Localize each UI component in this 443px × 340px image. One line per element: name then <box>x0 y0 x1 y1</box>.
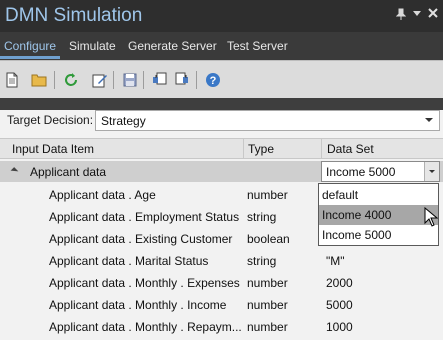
column-header-input[interactable]: Input Data Item <box>12 142 94 156</box>
tab-bar: Configure Simulate Generate Server Test … <box>0 32 443 60</box>
dropdown-option-income-5000[interactable]: Income 5000 <box>319 225 438 245</box>
chevron-down-icon[interactable] <box>413 8 421 21</box>
row-name: Applicant data . Existing Customer <box>49 232 233 246</box>
column-header-type[interactable]: Type <box>248 142 274 156</box>
target-decision-label: Target Decision: <box>7 113 94 127</box>
table-row[interactable]: Applicant data . Marital Status string "… <box>0 249 443 271</box>
chevron-down-icon <box>429 170 435 173</box>
refresh-icon[interactable] <box>62 71 80 89</box>
tab-configure[interactable]: Configure <box>4 39 56 53</box>
row-name: Applicant data . Monthly . Income <box>49 298 227 312</box>
active-tab-indicator <box>0 56 60 59</box>
toolbar-gap <box>0 98 443 110</box>
row-value[interactable]: "M" <box>326 254 345 268</box>
dataset-combo[interactable]: Income 5000 <box>321 161 440 182</box>
row-type: number <box>247 188 288 202</box>
tab-generate-server[interactable]: Generate Server <box>128 39 217 53</box>
table-header: Input Data Item Type Data Set <box>0 138 443 159</box>
row-type: number <box>247 320 288 334</box>
row-name: Applicant data . Monthly . Repaym... <box>49 320 242 334</box>
row-name: Applicant data . Marital Status <box>49 254 209 268</box>
row-type: boolean <box>247 232 290 246</box>
table-row[interactable]: Applicant data . Monthly . Income number… <box>0 293 443 315</box>
target-decision-value: Strategy <box>101 114 146 128</box>
mouse-cursor-icon <box>424 206 439 230</box>
column-divider[interactable] <box>243 139 244 159</box>
help-icon[interactable]: ? <box>204 71 222 89</box>
dropdown-option-default[interactable]: default <box>319 185 438 205</box>
edit-icon[interactable] <box>91 71 109 89</box>
title-bar: DMN Simulation <box>0 0 443 32</box>
option-label: Income 4000 <box>322 208 392 222</box>
row-type: number <box>247 298 288 312</box>
column-divider[interactable] <box>321 139 322 159</box>
paste-icon[interactable] <box>173 71 191 89</box>
target-decision-select[interactable]: Strategy <box>95 110 440 131</box>
save-icon[interactable] <box>121 71 139 89</box>
row-type: string <box>247 254 277 268</box>
row-type: string <box>247 210 277 224</box>
toolbar: ? <box>0 60 443 98</box>
row-value[interactable]: 2000 <box>326 276 353 290</box>
window-title: DMN Simulation <box>5 5 143 26</box>
new-icon[interactable] <box>3 71 21 89</box>
dropdown-option-income-4000[interactable]: Income 4000 <box>319 205 438 225</box>
option-label: Income 5000 <box>322 228 392 242</box>
tab-test-server[interactable]: Test Server <box>227 39 288 53</box>
option-label: default <box>322 188 359 202</box>
table-row[interactable]: Applicant data . Monthly . Repaym... num… <box>0 315 443 337</box>
row-value[interactable]: 5000 <box>326 298 353 312</box>
copy-icon[interactable] <box>151 71 169 89</box>
group-label: Applicant data <box>30 165 107 179</box>
row-name: Applicant data . Monthly . Expenses <box>49 276 240 290</box>
dataset-combo-value: Income 5000 <box>326 165 396 179</box>
close-icon[interactable] <box>428 6 438 21</box>
chevron-down-icon <box>425 118 433 122</box>
toolbar-separator <box>143 71 144 89</box>
open-folder-icon[interactable] <box>30 71 48 89</box>
pin-icon[interactable] <box>395 8 407 23</box>
tab-simulate[interactable]: Simulate <box>69 39 116 53</box>
toolbar-separator <box>113 71 114 89</box>
row-type: number <box>247 276 288 290</box>
column-header-dataset[interactable]: Data Set <box>327 142 374 156</box>
row-value[interactable]: 1000 <box>326 320 353 334</box>
svg-text:?: ? <box>210 75 217 87</box>
row-name: Applicant data . Employment Status <box>49 210 240 224</box>
collapse-triangle-icon[interactable] <box>10 167 19 175</box>
row-name: Applicant data . Age <box>49 188 156 202</box>
toolbar-separator <box>54 71 55 89</box>
dataset-dropdown-list: default Income 4000 Income 5000 <box>318 183 439 246</box>
table-row[interactable]: Applicant data . Monthly . Expenses numb… <box>0 271 443 293</box>
dataset-combo-button[interactable] <box>424 162 439 181</box>
toolbar-separator <box>196 71 197 89</box>
